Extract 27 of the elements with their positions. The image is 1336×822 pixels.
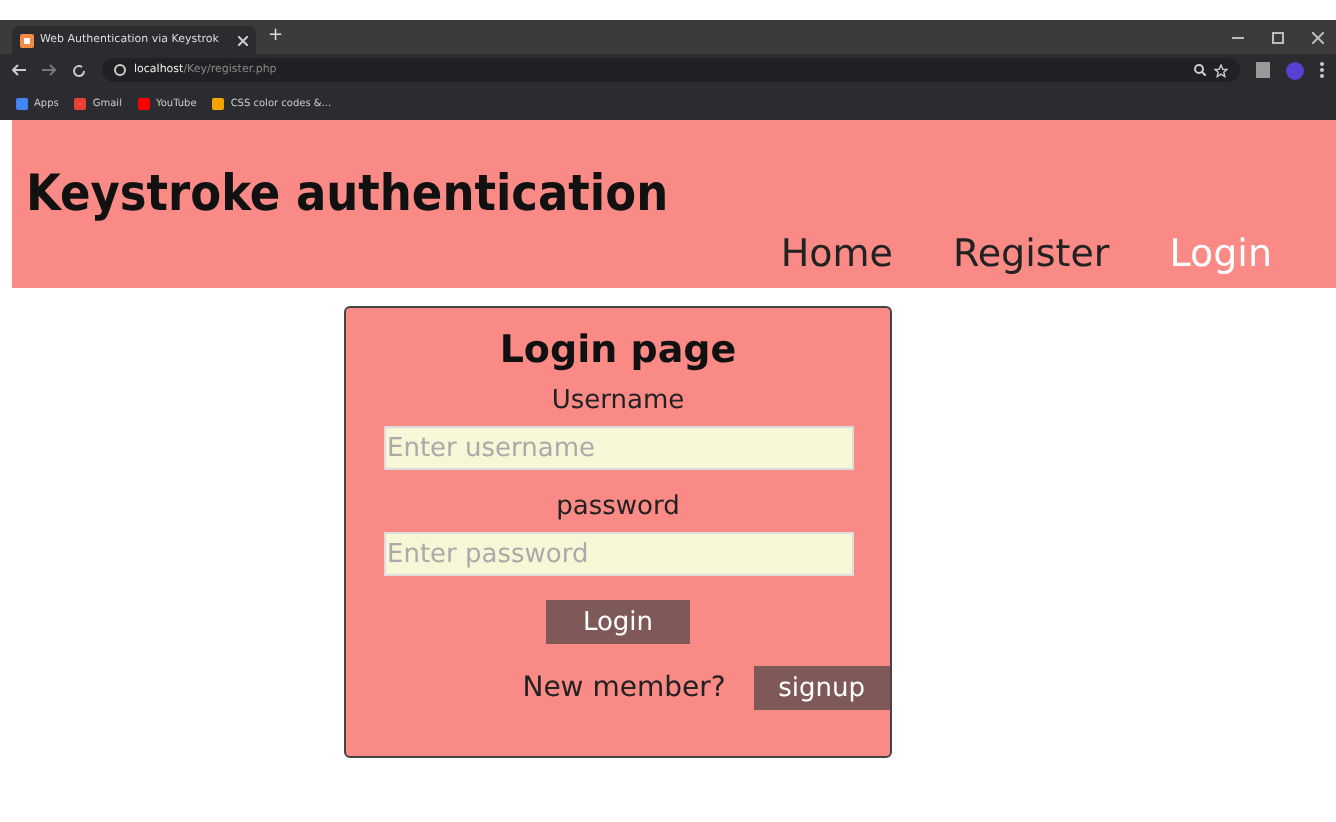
signup-button[interactable]: signup — [753, 666, 890, 710]
star-icon[interactable] — [1214, 63, 1228, 77]
close-icon[interactable] — [238, 35, 248, 45]
new-member-text: New member? — [522, 672, 726, 704]
login-button[interactable]: Login — [546, 600, 690, 644]
nav-link[interactable]: Register — [953, 232, 1110, 276]
field-label: Username — [551, 386, 685, 416]
minimize-icon[interactable] — [1232, 31, 1244, 43]
bookmark-icon — [16, 97, 28, 109]
input-field[interactable]: Enter password — [383, 532, 853, 576]
page-icon — [20, 33, 34, 47]
back-icon[interactable] — [12, 64, 26, 76]
info-icon — [114, 64, 126, 76]
input-field[interactable]: Enter username — [383, 426, 853, 470]
zoom-icon[interactable] — [1194, 64, 1206, 76]
restore-icon[interactable] — [1272, 31, 1284, 43]
site-title: Keystroke authentication — [26, 164, 669, 222]
form-title: Login page — [499, 328, 737, 372]
bookmark-icon — [137, 97, 150, 109]
bookmark-icon — [212, 97, 225, 109]
reload-icon[interactable] — [72, 63, 86, 77]
new-tab-button[interactable]: + — [268, 28, 284, 46]
field-label: password — [556, 492, 680, 522]
nav-link[interactable]: Home — [780, 232, 893, 276]
close-icon[interactable] — [1312, 31, 1324, 43]
bookmark-icon — [74, 97, 87, 109]
forward-icon[interactable] — [42, 64, 56, 76]
